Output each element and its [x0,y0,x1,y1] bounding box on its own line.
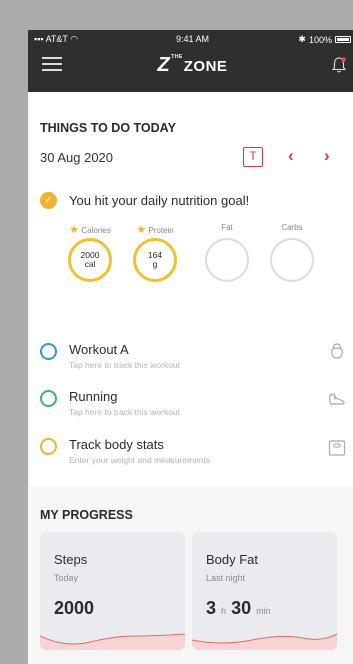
check-icon: ✓ [40,192,57,209]
card-title: Body Fat [206,552,259,567]
bluetooth-icon: ✱ [298,34,306,44]
minutes-value: 30 [231,598,252,618]
star-icon: ★ [69,224,80,236]
battery-icon [335,36,351,43]
task-status-circle[interactable] [40,343,57,360]
task-body-stats[interactable]: Track body stats Enter your weight and m… [40,437,210,465]
current-date: 30 Aug 2020 [40,150,114,165]
task-name: Workout A [69,342,129,357]
battery-percent: 100% [308,34,332,45]
card-subtitle: Today [54,573,79,583]
hours-value: 3 [206,598,217,618]
app-logo: ZTHEZONE [28,54,353,77]
today-button[interactable]: T [243,147,263,167]
nutrient-label: ★ Protein [136,224,174,236]
hours-unit: h [221,606,227,616]
card-title: Steps [54,552,88,567]
nutrient-label: Carbs [281,223,303,232]
star-icon: ★ [136,224,147,236]
task-running[interactable]: Running Tap here to track this workout [40,389,180,417]
logo-the: THE [171,54,183,60]
nutrient-ring: 164 g [133,238,177,282]
nutrient-fat[interactable]: Fat [197,223,257,282]
task-status-circle[interactable] [40,390,57,407]
body-fat-card[interactable]: Body Fat Last night 3 h 30 min [192,532,337,650]
task-subtitle: Tap here to track this workout [69,407,181,417]
logo-z-icon: Z [157,54,171,76]
card-value: 3 h 30 min [206,598,271,619]
nutrient-unit: g [152,259,158,269]
task-workout-a[interactable]: Workout A Tap here to track this workout [40,342,180,370]
card-subtitle: Last night [206,573,246,583]
task-subtitle: Enter your weight and measurements [69,455,211,465]
task-subtitle: Tap here to track this workout [69,360,181,370]
steps-sparkline [40,633,185,650]
next-day-chevron-icon[interactable]: › [324,146,330,166]
todo-title: THINGS TO DO TODAY [40,121,176,135]
previous-day-chevron-icon[interactable]: ‹ [288,146,294,166]
status-bar: ▪▪▪ AT&T ◠ 9:41 AM ✱ 100% [28,30,353,48]
battery-area: ✱ 100% [298,34,351,45]
steps-card[interactable]: Steps Today 2000 [40,532,185,650]
nutrient-carbs[interactable]: Carbs [262,223,322,282]
nutrient-calories[interactable]: ★ Calories 2000 cal [60,223,120,282]
todo-section: THINGS TO DO TODAY 30 Aug 2020 T ‹ › ✓ Y… [29,92,353,486]
nutrient-protein[interactable]: ★ Protein 164 g [125,223,185,282]
task-status-circle[interactable] [40,438,57,455]
progress-title: MY PROGRESS [40,508,133,522]
nutrient-label: ★ Calories [69,224,111,236]
notification-bell-icon[interactable] [331,56,347,74]
phone-screen: ▪▪▪ AT&T ◠ 9:41 AM ✱ 100% ZTHEZONE THING… [28,30,353,664]
card-value: 2000 [54,598,95,618]
kettlebell-icon [331,343,343,359]
nutrient-unit: cal [84,259,96,269]
goal-text: You hit your daily nutrition goal! [69,193,250,208]
nutrient-ring [205,238,249,282]
top-bar: ▪▪▪ AT&T ◠ 9:41 AM ✱ 100% ZTHEZONE [28,30,353,92]
body-fat-sparkline [192,633,337,650]
task-name: Track body stats [69,437,164,452]
nutrient-label: Fat [221,223,233,232]
scale-icon [328,440,346,456]
nutrient-ring: 2000 cal [68,238,112,282]
task-name: Running [69,389,118,404]
logo-text: ZONE [183,58,228,75]
shoe-icon [329,393,345,405]
minutes-unit: min [256,606,271,616]
nutrient-ring [270,238,314,282]
nutrition-goal-row[interactable]: ✓ You hit your daily nutrition goal! [40,192,249,209]
